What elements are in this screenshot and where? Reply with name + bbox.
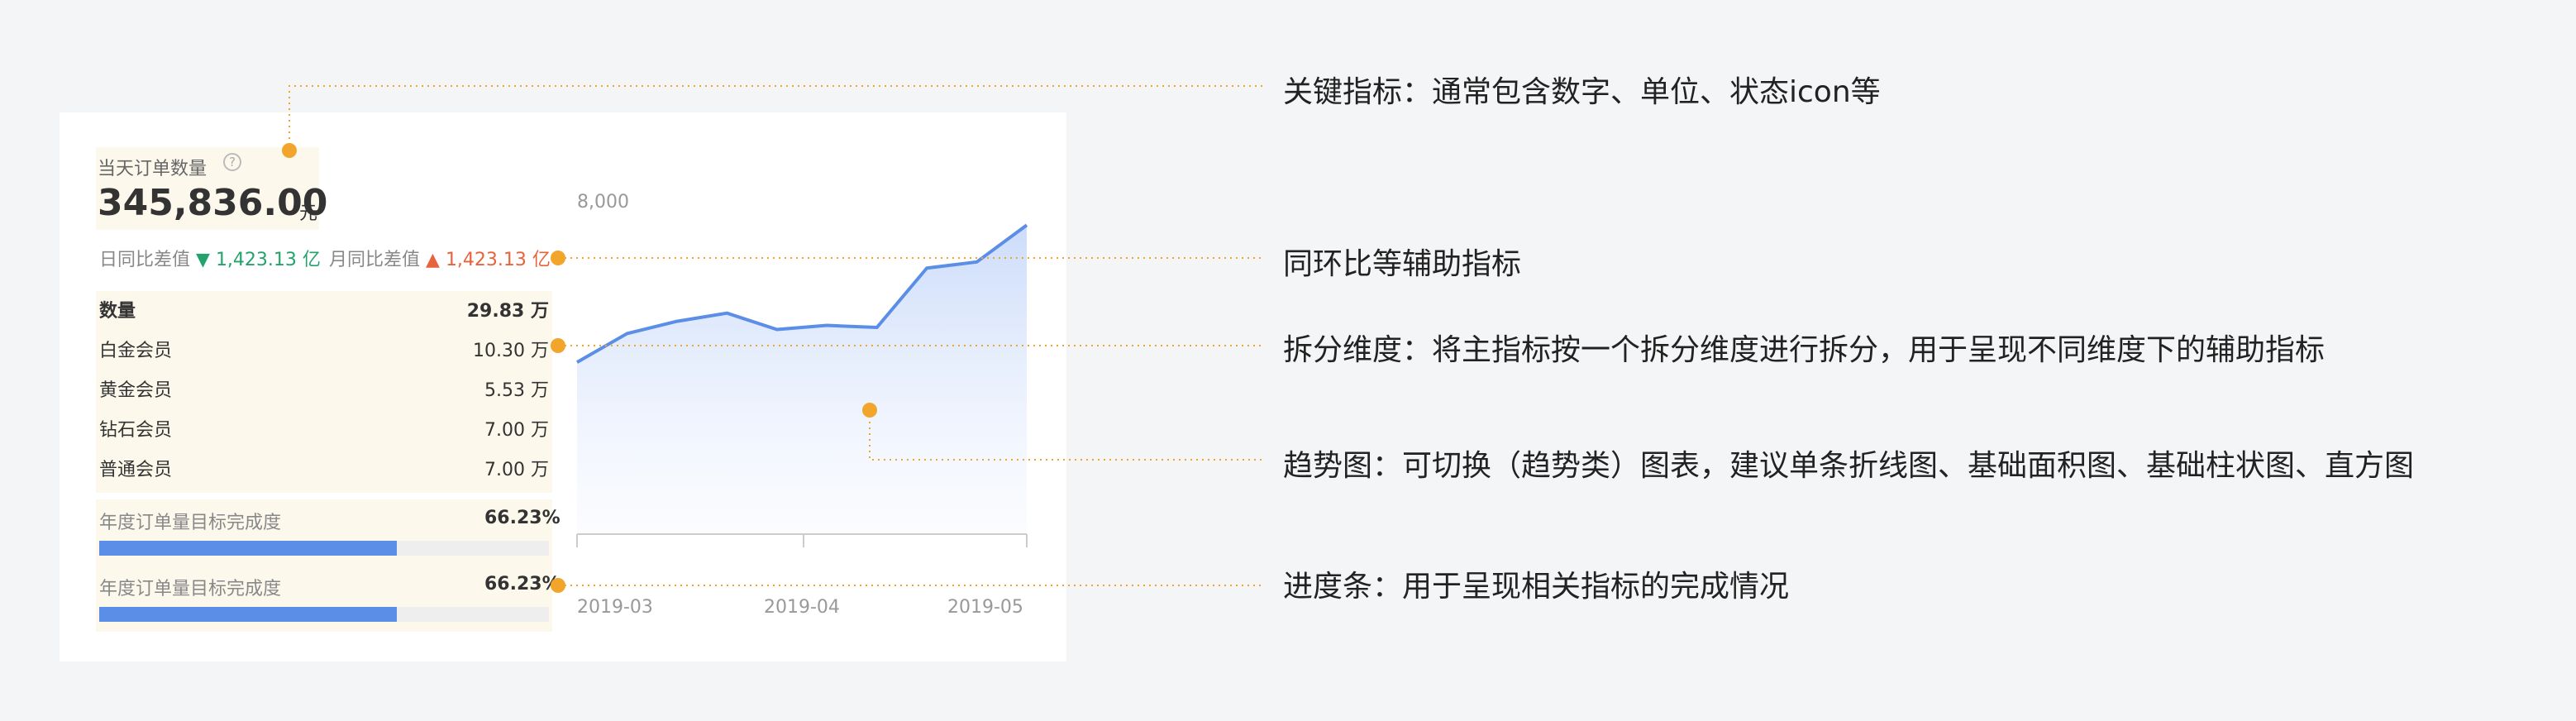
x-axis-tick: 2019-05 (947, 597, 1023, 618)
annotation-breakdown: 拆分维度：将主指标按一个拆分维度进行拆分，用于呈现不同维度下的辅助指标 (1283, 333, 2326, 367)
annotation-key-metric: 关键指标：通常包含数字、单位、状态icon等 (1283, 75, 1881, 109)
y-axis-tick: 8,000 (577, 192, 629, 212)
marker-dot (862, 403, 877, 418)
area-fill (577, 225, 1027, 534)
marker-dot (282, 143, 297, 158)
marker-dot (551, 578, 565, 593)
leader-line (289, 85, 1265, 150)
x-axis-tick: 2019-04 (764, 597, 840, 618)
annotation-aux-metric: 同环比等辅助指标 (1283, 247, 1522, 281)
annotation-trend: 趋势图：可切换（趋势类）图表，建议单条折线图、基础面积图、基础柱状图、直方图 (1283, 449, 2415, 483)
marker-dot (551, 251, 565, 265)
annotation-progress: 进度条：用于呈现相关指标的完成情况 (1283, 570, 1790, 604)
x-axis-tick: 2019-03 (577, 597, 653, 618)
marker-dot (551, 338, 565, 353)
